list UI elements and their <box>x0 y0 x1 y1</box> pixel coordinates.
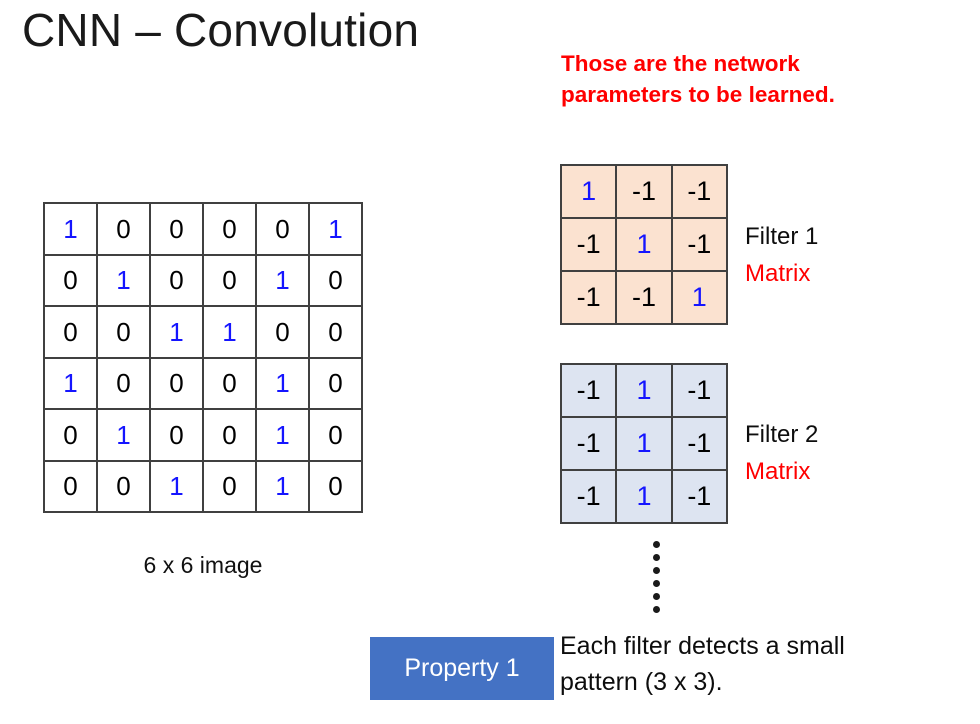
property-1-badge-label: Property 1 <box>404 654 520 682</box>
image-cell-r5c4: 0 <box>204 410 257 462</box>
filter1-cell-r1c1: 1 <box>562 166 618 219</box>
image-cell-r3c3: 1 <box>151 307 204 359</box>
image-cell-r4c1: 1 <box>45 358 98 410</box>
filter-1-name: Filter 1 <box>745 223 819 250</box>
image-cell-r6c4: 0 <box>204 461 257 513</box>
filter1-cell-r3c3: 1 <box>672 272 728 325</box>
input-image-matrix: 1 0 0 0 0 1 0 1 0 0 1 0 0 0 1 1 0 0 1 0 … <box>43 202 363 513</box>
ellipsis-dot <box>652 541 660 548</box>
image-cell-r3c2: 0 <box>98 307 151 359</box>
image-cell-r4c4: 0 <box>204 358 257 410</box>
filter1-cell-r2c3: -1 <box>672 219 728 272</box>
note-line-1: Those are the network <box>561 51 800 76</box>
image-cell-r2c5: 1 <box>257 255 310 307</box>
filter1-cell-r1c3: -1 <box>672 166 728 219</box>
image-cell-r1c1: 1 <box>45 204 98 256</box>
filter1-cell-r2c2: 1 <box>617 219 673 272</box>
image-cell-r5c5: 1 <box>257 410 310 462</box>
filter-2-matrix: -1 1 -1 -1 1 -1 -1 1 -1 <box>560 363 728 524</box>
filter-2-name: Filter 2 <box>745 421 819 448</box>
ellipsis-dot <box>652 593 660 600</box>
image-cell-r4c3: 0 <box>151 358 204 410</box>
image-cell-r3c5: 0 <box>257 307 310 359</box>
input-image-caption: 6 x 6 image <box>143 552 263 578</box>
image-cell-r4c5: 1 <box>257 358 310 410</box>
image-cell-r5c3: 0 <box>151 410 204 462</box>
filter-1-kind: Matrix <box>745 260 811 287</box>
image-cell-r2c2: 1 <box>98 255 151 307</box>
filter2-cell-r1c2: 1 <box>617 365 673 418</box>
image-cell-r3c4: 1 <box>204 307 257 359</box>
image-cell-r6c6: 0 <box>310 461 363 513</box>
filter-2-labels: Filter 2 Matrix <box>745 416 935 490</box>
image-cell-r2c4: 0 <box>204 255 257 307</box>
image-cell-r3c6: 0 <box>310 307 363 359</box>
image-cell-r4c2: 0 <box>98 358 151 410</box>
ellipsis-dot <box>652 567 660 574</box>
image-cell-r6c1: 0 <box>45 461 98 513</box>
filter2-cell-r2c2: 1 <box>617 418 673 471</box>
filter2-cell-r2c1: -1 <box>562 418 618 471</box>
ellipsis-dot <box>652 554 660 561</box>
note-line-2: parameters to be learned. <box>561 82 835 107</box>
filter-1-labels: Filter 1 Matrix <box>745 218 935 292</box>
page-title: CNN – Convolution <box>22 4 420 56</box>
property-description-line-2: pattern (3 x 3). <box>560 668 723 696</box>
image-cell-r1c2: 0 <box>98 204 151 256</box>
image-cell-r1c4: 0 <box>204 204 257 256</box>
ellipsis-dot <box>652 606 660 613</box>
image-cell-r6c2: 0 <box>98 461 151 513</box>
filter2-cell-r1c3: -1 <box>672 365 728 418</box>
property-description-line-1: Each filter detects a small <box>560 632 845 660</box>
filter1-cell-r3c1: -1 <box>562 272 618 325</box>
filter-2-kind: Matrix <box>745 458 811 485</box>
vertical-ellipsis-icon <box>648 541 664 613</box>
filter1-cell-r2c1: -1 <box>562 219 618 272</box>
image-cell-r2c6: 0 <box>310 255 363 307</box>
image-cell-r6c5: 1 <box>257 461 310 513</box>
image-cell-r3c1: 0 <box>45 307 98 359</box>
filter1-cell-r1c2: -1 <box>617 166 673 219</box>
filter2-cell-r1c1: -1 <box>562 365 618 418</box>
image-cell-r6c3: 1 <box>151 461 204 513</box>
image-cell-r1c6: 1 <box>310 204 363 256</box>
image-cell-r2c1: 0 <box>45 255 98 307</box>
image-cell-r5c2: 1 <box>98 410 151 462</box>
image-cell-r2c3: 0 <box>151 255 204 307</box>
image-cell-r1c5: 0 <box>257 204 310 256</box>
network-parameters-note: Those are the network parameters to be l… <box>561 48 971 110</box>
filter-1-matrix: 1 -1 -1 -1 1 -1 -1 -1 1 <box>560 164 728 325</box>
image-cell-r5c6: 0 <box>310 410 363 462</box>
image-cell-r1c3: 0 <box>151 204 204 256</box>
property-1-description: Each filter detects a small pattern (3 x… <box>560 628 975 700</box>
property-1-badge: Property 1 <box>370 637 554 700</box>
filter1-cell-r3c2: -1 <box>617 272 673 325</box>
filter2-cell-r3c3: -1 <box>672 471 728 524</box>
filter2-cell-r3c2: 1 <box>617 471 673 524</box>
image-cell-r4c6: 0 <box>310 358 363 410</box>
ellipsis-dot <box>652 580 660 587</box>
filter2-cell-r3c1: -1 <box>562 471 618 524</box>
filter2-cell-r2c3: -1 <box>672 418 728 471</box>
image-cell-r5c1: 0 <box>45 410 98 462</box>
